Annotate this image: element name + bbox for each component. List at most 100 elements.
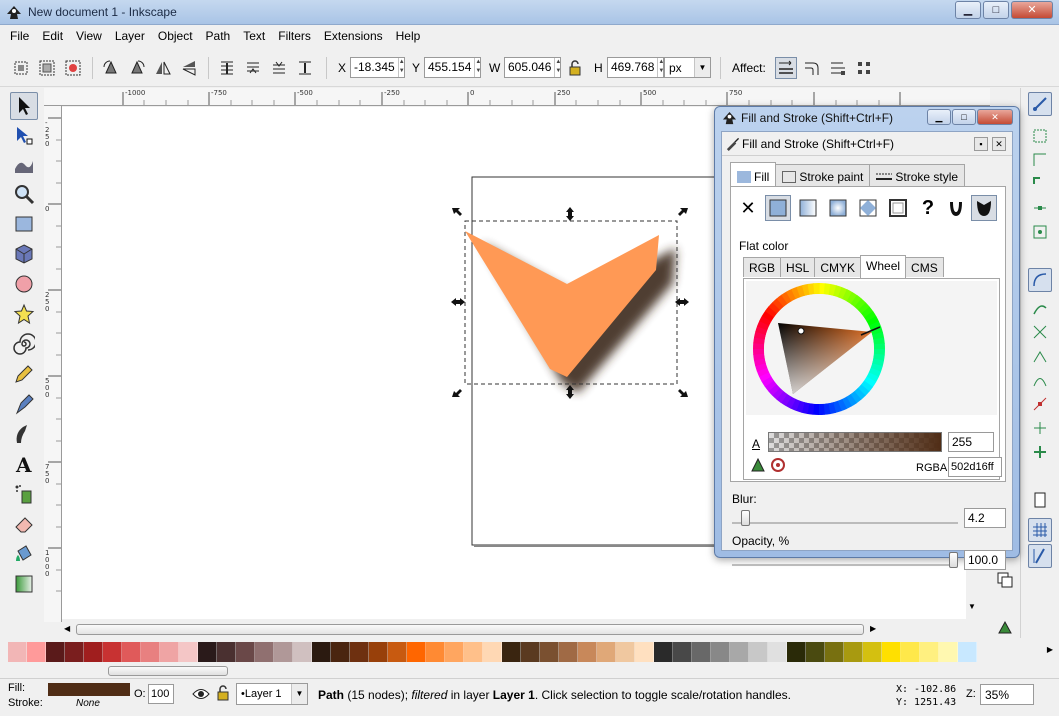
snap-line-midpoints-icon[interactable] xyxy=(1028,392,1052,416)
snap-grids-icon[interactable] xyxy=(1028,518,1052,542)
rectangle-tool-icon[interactable] xyxy=(10,210,38,238)
snap-enable-icon[interactable] xyxy=(1028,92,1052,116)
spray-tool-icon[interactable] xyxy=(10,480,38,508)
alpha-input[interactable]: 255 xyxy=(948,432,994,452)
palette-swatch[interactable] xyxy=(350,642,369,662)
swatch-icon[interactable] xyxy=(885,195,911,221)
fill-indicator[interactable] xyxy=(48,683,130,696)
stroke-indicator[interactable]: None xyxy=(76,698,100,709)
palette-swatch[interactable] xyxy=(692,642,711,662)
palette-swatch[interactable] xyxy=(806,642,825,662)
linear-gradient-icon[interactable] xyxy=(795,195,821,221)
horizontal-scrollbar[interactable]: ◀ ▶ xyxy=(62,621,966,637)
calligraphy-tool-icon[interactable] xyxy=(10,420,38,448)
lock-icon[interactable] xyxy=(216,685,230,701)
tab-stroke-style[interactable]: Stroke style xyxy=(869,164,966,186)
paint-bucket-tool-icon[interactable] xyxy=(10,540,38,568)
palette-swatch[interactable] xyxy=(711,642,730,662)
snap-bbox-corner-icon[interactable] xyxy=(1028,172,1052,196)
palette-swatch[interactable] xyxy=(749,642,768,662)
select-all-icon[interactable] xyxy=(10,57,32,79)
palette-swatch[interactable] xyxy=(578,642,597,662)
palette-swatch[interactable] xyxy=(312,642,331,662)
tab-fill[interactable]: Fill xyxy=(730,162,777,187)
eye-icon[interactable] xyxy=(192,687,210,701)
menu-filters[interactable]: Filters xyxy=(278,29,311,43)
palette-swatch[interactable] xyxy=(103,642,122,662)
y-input[interactable]: 455.154 ▲ ▼ xyxy=(424,57,481,78)
rgba-input[interactable]: 502d16ff xyxy=(948,457,1002,477)
palette-swatch[interactable] xyxy=(27,642,46,662)
palette-swatch[interactable] xyxy=(141,642,160,662)
eraser-tool-icon[interactable] xyxy=(10,510,38,538)
chevron-right-icon[interactable]: ▶ xyxy=(1047,645,1053,654)
chevron-down-icon[interactable]: ▼ xyxy=(968,602,976,611)
unit-select[interactable]: px ▼ xyxy=(664,57,711,78)
snap-nodes-icon[interactable] xyxy=(1028,268,1052,292)
panel-menu-button[interactable]: ▪ xyxy=(974,137,988,151)
maximize-button[interactable]: □ xyxy=(983,1,1009,19)
palette-swatch[interactable] xyxy=(255,642,274,662)
snap-object-midpoints-icon[interactable] xyxy=(1028,416,1052,440)
fill-rule-nonzero-icon[interactable] xyxy=(971,195,997,221)
palette-swatch[interactable] xyxy=(863,642,882,662)
select-all-layers-icon[interactable] xyxy=(36,57,58,79)
menu-file[interactable]: File xyxy=(10,29,29,43)
color-wheel[interactable] xyxy=(749,279,889,419)
palette-swatch[interactable] xyxy=(521,642,540,662)
palette-swatch[interactable] xyxy=(122,642,141,662)
tweak-tool-icon[interactable] xyxy=(10,150,38,178)
3d-box-tool-icon[interactable] xyxy=(10,240,38,268)
palette-swatch[interactable] xyxy=(160,642,179,662)
minimize-button[interactable]: ▁ xyxy=(955,1,981,19)
menu-edit[interactable]: Edit xyxy=(42,29,63,43)
scroll-thumb[interactable] xyxy=(108,666,228,676)
fill-rule-evenodd-icon[interactable] xyxy=(943,195,969,221)
palette-swatch[interactable] xyxy=(654,642,673,662)
palette-swatch[interactable] xyxy=(217,642,236,662)
palette-swatch[interactable] xyxy=(426,642,445,662)
pen-tool-icon[interactable] xyxy=(10,390,38,418)
tab-cms[interactable]: CMS xyxy=(905,257,944,277)
opacity-status-input[interactable]: 100 xyxy=(148,684,174,704)
alpha-slider[interactable] xyxy=(768,432,942,452)
palette-swatch[interactable] xyxy=(958,642,977,662)
ellipse-tool-icon[interactable] xyxy=(10,270,38,298)
fill-stroke-dialog[interactable]: Fill and Stroke (Shift+Ctrl+F) ▁ □ ✕ Fil… xyxy=(714,106,1020,570)
palette-swatch[interactable] xyxy=(597,642,616,662)
palette-swatch[interactable] xyxy=(502,642,521,662)
palette-swatch[interactable] xyxy=(483,642,502,662)
menu-extensions[interactable]: Extensions xyxy=(324,29,383,43)
menu-layer[interactable]: Layer xyxy=(115,29,145,43)
panel-close-button[interactable]: ✕ xyxy=(992,137,1006,151)
menu-help[interactable]: Help xyxy=(396,29,421,43)
tab-hsl[interactable]: HSL xyxy=(780,257,816,277)
rotate-cw-icon[interactable] xyxy=(126,57,148,79)
palette-swatch[interactable] xyxy=(559,642,578,662)
palette-swatch[interactable] xyxy=(236,642,255,662)
dialog-minimize-button[interactable]: ▁ xyxy=(927,109,951,125)
palette-swatch[interactable] xyxy=(179,642,198,662)
no-paint-icon[interactable]: ✕ xyxy=(735,195,761,221)
node-tool-icon[interactable] xyxy=(10,122,38,150)
palette-swatch[interactable] xyxy=(8,642,27,662)
scale-stroke-icon[interactable] xyxy=(775,57,797,79)
palette-swatch[interactable] xyxy=(407,642,426,662)
snap-smooth-nodes-icon[interactable] xyxy=(1028,368,1052,392)
palette-swatch[interactable] xyxy=(730,642,749,662)
dialog-maximize-button[interactable]: □ xyxy=(952,109,976,125)
menu-path[interactable]: Path xyxy=(206,29,231,43)
star-tool-icon[interactable] xyxy=(10,300,38,328)
chevron-right-icon[interactable]: ▶ xyxy=(870,624,876,633)
snap-page-border-icon[interactable] xyxy=(1028,488,1052,512)
palette-swatch[interactable] xyxy=(445,642,464,662)
unset-paint-icon[interactable]: ? xyxy=(915,195,941,221)
palette-swatch[interactable] xyxy=(464,642,483,662)
menu-object[interactable]: Object xyxy=(158,29,193,43)
pattern-icon[interactable] xyxy=(855,195,881,221)
snap-rotation-centers-icon[interactable] xyxy=(1028,440,1052,464)
h-input[interactable]: 469.768 ▲ ▼ xyxy=(607,57,664,78)
palette-swatch[interactable] xyxy=(768,642,787,662)
palette-swatch[interactable] xyxy=(331,642,350,662)
palette-swatch[interactable] xyxy=(635,642,654,662)
